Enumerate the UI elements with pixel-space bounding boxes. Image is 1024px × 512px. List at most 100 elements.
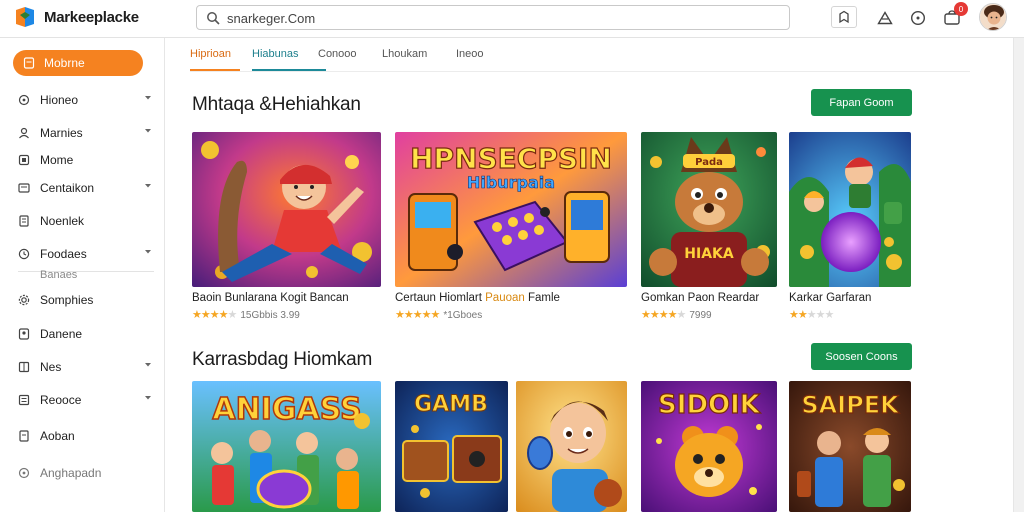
- game-thumbnail[interactable]: SIDOIK: [641, 381, 777, 512]
- sidebar-divider: [18, 271, 154, 272]
- sidebar-item-label: Centaikon: [40, 181, 95, 195]
- sidebar-item-hioneo[interactable]: Hioneo: [0, 89, 164, 111]
- game-card[interactable]: SIDOIK: [641, 381, 777, 512]
- tab-hiabunas[interactable]: Hiabunas: [252, 47, 326, 71]
- tab-lhoukam[interactable]: Lhoukam: [382, 47, 427, 71]
- rating-stars: ★★★★★: [641, 309, 686, 321]
- game-title-text: Certaun Hiomlart: [395, 292, 486, 304]
- game-art-magic-orb-icon: [789, 132, 911, 287]
- sidebar-item-label: Hioneo: [40, 93, 79, 107]
- brand-name[interactable]: Markeeplacke: [44, 9, 139, 26]
- game-card[interactable]: Pada HIAKA Gomkan Paon Reardar ★★★★★ 7999: [641, 132, 777, 332]
- info-button[interactable]: [906, 7, 930, 29]
- sidebar-item-mome[interactable]: Mome: [0, 149, 164, 171]
- art-banner-sub: Hiburpaia: [467, 173, 555, 192]
- game-card[interactable]: Karkar Garfaran ★★★★★: [789, 132, 911, 332]
- sidebar-primary-button[interactable]: Mobrne: [13, 50, 143, 76]
- tab-hiprioan[interactable]: Hiprioan: [190, 47, 240, 71]
- game-title-text: Karkar Garfaran: [789, 292, 872, 304]
- search-bar[interactable]: [196, 5, 790, 30]
- triangle-icon: [877, 11, 893, 25]
- game-meta: ★★★★★ 15Gbbis 3.99: [192, 308, 300, 321]
- chevron-down-icon[interactable]: [144, 183, 152, 189]
- sidebar-item-label: Nes: [40, 360, 62, 374]
- game-title: Baoin Bunlarana Kogit Bancan: [192, 292, 349, 304]
- sidebar-item-danene[interactable]: Danene: [0, 323, 164, 345]
- sidebar-primary-label: Mobrne: [44, 56, 85, 70]
- game-title: Gomkan Paon Reardar: [641, 292, 759, 304]
- sidebar-item-reooce[interactable]: Reooce: [0, 389, 164, 411]
- game-thumbnail[interactable]: HPNSECPSIN Hiburpaia: [395, 132, 627, 287]
- game-art-adventurers-icon: SAIPEK: [789, 381, 911, 512]
- rating-stars: ★★★★★: [789, 309, 834, 321]
- game-thumbnail[interactable]: [192, 132, 381, 287]
- chevron-down-icon[interactable]: [144, 128, 152, 134]
- game-card[interactable]: Baoin Bunlarana Kogit Bancan ★★★★★ 15Gbbi…: [192, 132, 381, 332]
- game-card[interactable]: SAIPEK: [789, 381, 911, 512]
- section-title: Karrasbdag Hiomkam: [192, 349, 373, 370]
- section-action-button[interactable]: Fapan Goom: [811, 89, 912, 116]
- game-thumbnail[interactable]: GAMB: [395, 381, 508, 512]
- chevron-down-icon[interactable]: [144, 362, 152, 368]
- chevron-down-icon[interactable]: [144, 395, 152, 401]
- main-content: Hiprioan Hiabunas Conooo Lhoukam Ineoo M…: [166, 38, 1024, 512]
- sidebar-item-label: Marnies: [40, 126, 83, 140]
- shapes-button[interactable]: [873, 7, 897, 29]
- game-thumbnail[interactable]: SAIPEK: [789, 381, 911, 512]
- tab-conooo[interactable]: Conooo: [318, 47, 357, 71]
- sidebar-item-label: Anghapadn: [40, 466, 102, 480]
- art-banner: HIAKA: [684, 246, 734, 262]
- sidebar-item-foodaes[interactable]: Foodaes: [0, 243, 164, 265]
- game-art-arcade-machines-icon: HPNSECPSIN Hiburpaia: [395, 132, 627, 287]
- tabs-divider: [190, 71, 970, 72]
- sidebar-item-marnies[interactable]: Marnies: [0, 122, 164, 144]
- doc-icon: [19, 430, 29, 442]
- info-circle-icon: [910, 10, 926, 26]
- art-sign: Pada: [695, 157, 723, 168]
- game-thumbnail[interactable]: [516, 381, 627, 512]
- sidebar-item-label: Somphies: [40, 293, 94, 307]
- game-card[interactable]: HPNSECPSIN Hiburpaia Certaun Hiomlart Pa…: [395, 132, 627, 332]
- sidebar-item-centaikon[interactable]: Centaikon: [0, 177, 164, 199]
- search-input[interactable]: [227, 9, 767, 27]
- card-icon: [18, 183, 30, 193]
- sidebar-item-nes[interactable]: Nes: [0, 356, 164, 378]
- game-thumbnail[interactable]: ANIGASS: [192, 381, 381, 512]
- game-card[interactable]: GAMB: [395, 381, 508, 512]
- game-art-boy-jumping-icon: [192, 132, 381, 287]
- avatar[interactable]: [979, 3, 1007, 31]
- list-icon: [18, 394, 30, 406]
- rating-stars: ★★★★★: [192, 309, 237, 321]
- art-banner-top: HPNSECPSIN: [410, 142, 612, 175]
- game-title: Certaun Hiomlart Pauoan Famle: [395, 292, 560, 304]
- game-art-treasure-chests-icon: GAMB: [395, 381, 508, 512]
- scrollbar[interactable]: [1013, 38, 1024, 512]
- art-title: SAIPEK: [801, 391, 900, 419]
- game-card[interactable]: ANIGASS: [192, 381, 381, 512]
- chevron-down-icon[interactable]: [144, 95, 152, 101]
- game-art-kids-group-icon: ANIGASS: [192, 381, 381, 512]
- game-thumbnail[interactable]: Pada HIAKA: [641, 132, 777, 287]
- art-title: ANIGASS: [212, 392, 361, 427]
- game-meta: ★★★★★ *1Gboes: [395, 308, 482, 321]
- bookmark-button[interactable]: [831, 6, 857, 28]
- top-bar: Markeeplacke 0: [0, 0, 1024, 38]
- section-action-button[interactable]: Soosen Coons: [811, 343, 912, 370]
- chevron-down-icon[interactable]: [144, 249, 152, 255]
- game-thumbnail[interactable]: [789, 132, 911, 287]
- sidebar-item-aoban[interactable]: Aoban: [0, 425, 164, 447]
- user-avatar-icon: [980, 4, 1006, 30]
- sidebar-item-somphies[interactable]: Somphies: [0, 289, 164, 311]
- game-card[interactable]: [516, 381, 627, 512]
- game-meta-text: 7999: [689, 310, 712, 321]
- tab-ineoo[interactable]: Ineoo: [456, 47, 484, 71]
- search-icon: [207, 12, 220, 25]
- app-logo-icon[interactable]: [14, 6, 36, 28]
- square-icon: [18, 154, 30, 166]
- sidebar-item-anghapadn[interactable]: Anghapadn: [0, 462, 164, 484]
- game-meta-text: *1Gboes: [443, 310, 483, 321]
- rating-stars: ★★★★★: [395, 309, 440, 321]
- notification-badge: 0: [954, 2, 968, 16]
- cart-button[interactable]: 0: [940, 2, 968, 29]
- sidebar-item-noenlek[interactable]: Noenlek: [0, 210, 164, 232]
